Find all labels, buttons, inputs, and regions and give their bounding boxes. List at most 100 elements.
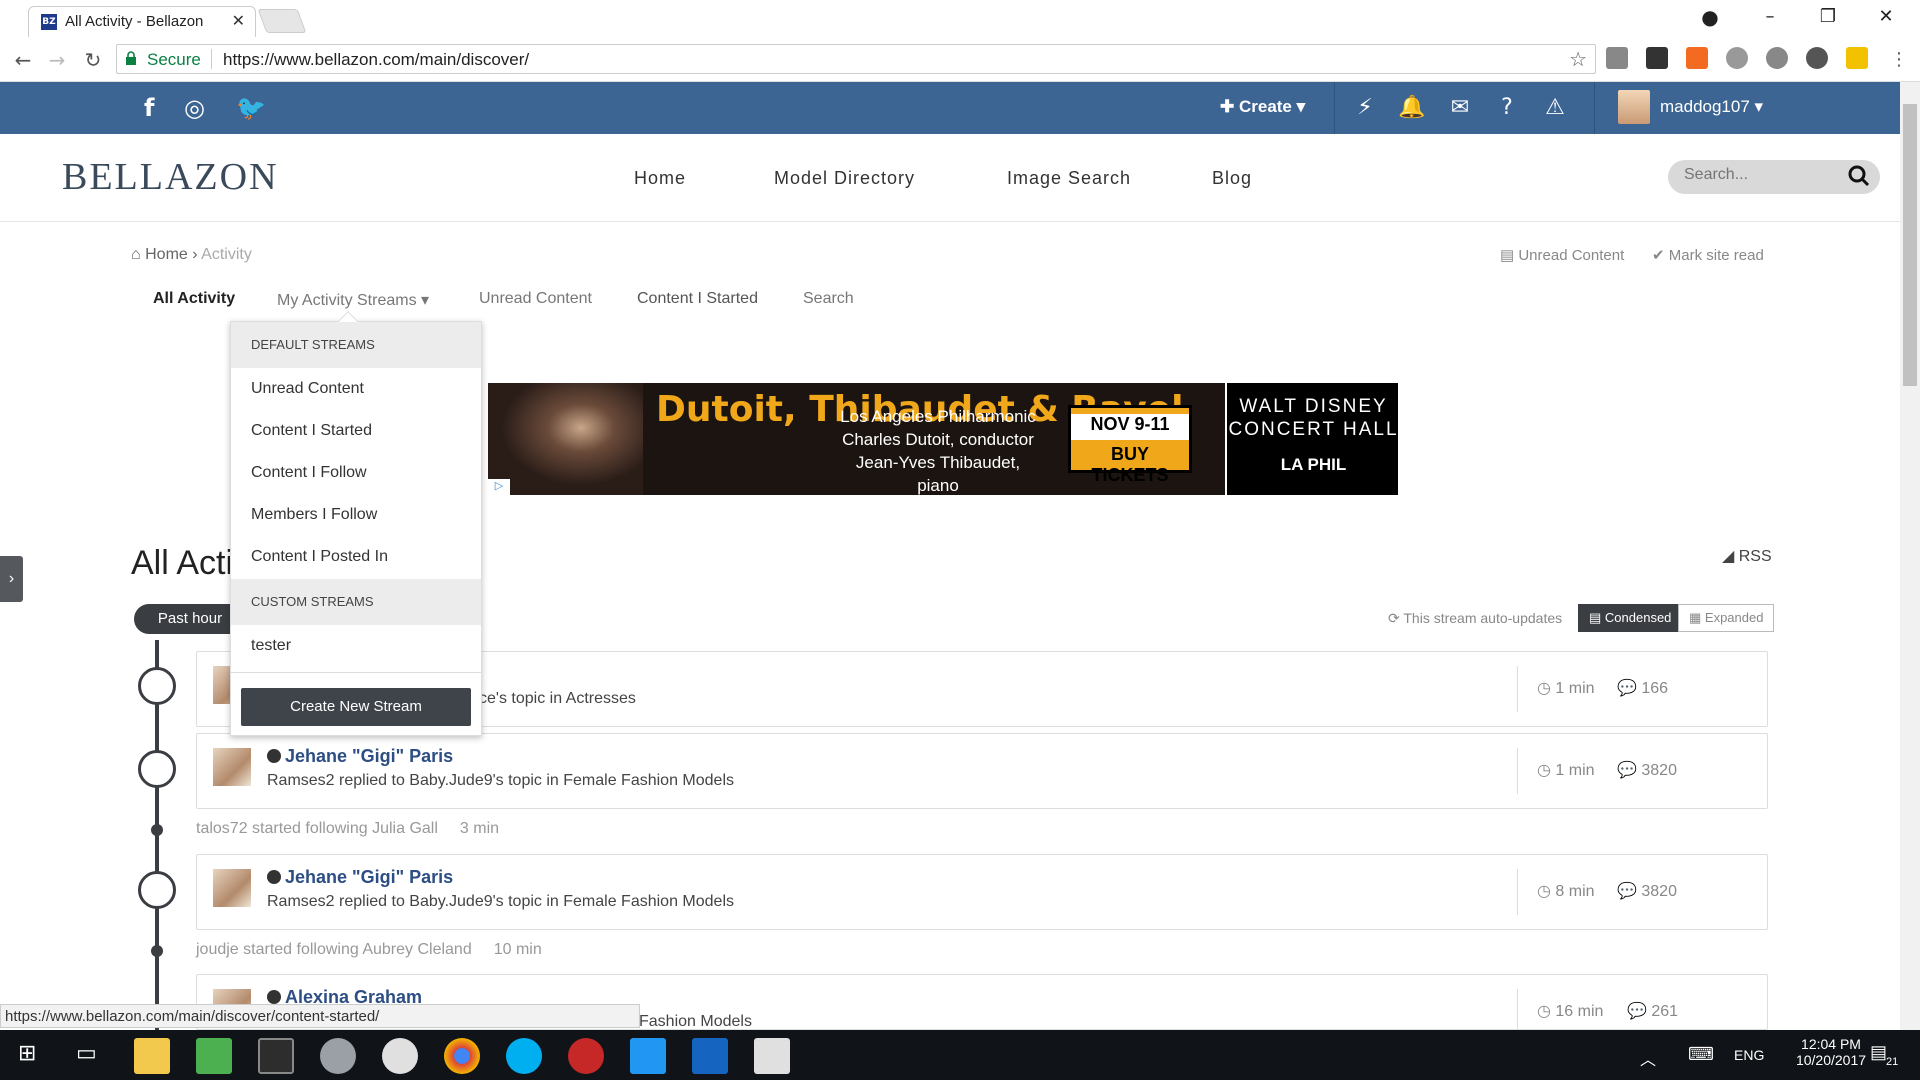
extension-icon[interactable]: [1606, 47, 1628, 69]
dropdown-item-unread-content[interactable]: Unread Content: [251, 380, 364, 398]
keyboard-icon[interactable]: ⌨: [1688, 1044, 1714, 1065]
app-icon[interactable]: [196, 1038, 232, 1074]
user-avatar[interactable]: [1618, 90, 1650, 124]
tab-search[interactable]: Search: [803, 290, 854, 308]
extension-icon[interactable]: [1686, 47, 1708, 69]
create-menu-button[interactable]: ✚ Create ▾: [1220, 97, 1305, 117]
create-new-stream-button[interactable]: Create New Stream: [241, 688, 471, 726]
ad-brand: LA PHIL: [1280, 455, 1347, 474]
avatar[interactable]: [213, 748, 251, 786]
stream-item[interactable]: Jehane "Gigi" Paris Ramses2 replied to B…: [196, 733, 1768, 809]
messages-envelope-icon[interactable]: ✉: [1446, 94, 1474, 122]
tab-content-i-started[interactable]: Content I Started: [637, 290, 758, 308]
notifications-bell-icon[interactable]: 🔔: [1398, 94, 1426, 122]
paint-icon[interactable]: [382, 1038, 418, 1074]
stream-item-desc[interactable]: ce's topic in Actresses: [479, 690, 636, 708]
app-icon[interactable]: [568, 1038, 604, 1074]
nav-home[interactable]: Home: [634, 168, 686, 189]
search-icon[interactable]: [1848, 165, 1870, 187]
help-question-icon[interactable]: ?: [1493, 94, 1521, 122]
extension-icon[interactable]: [1846, 47, 1868, 69]
stream-item-desc[interactable]: Ramses2 replied to Baby.Jude9's topic in…: [267, 893, 734, 911]
stream-item-desc[interactable]: Ramses2 replied to Baby.Jude9's topic in…: [267, 772, 734, 790]
tab-all-activity[interactable]: All Activity: [153, 290, 235, 308]
follow-activity[interactable]: talos72 started following Julia Gall 3 mi…: [196, 820, 499, 838]
twitter-icon[interactable]: 🐦: [236, 94, 266, 122]
dropdown-item-content-i-started[interactable]: Content I Started: [251, 422, 372, 440]
tab-my-activity-streams[interactable]: My Activity Streams ▾: [277, 290, 429, 310]
unread-content-link[interactable]: ▤ Unread Content: [1500, 246, 1624, 264]
tray-chevron-icon[interactable]: ︿: [1640, 1046, 1656, 1070]
adblock-icon[interactable]: [1766, 47, 1788, 69]
facebook-icon[interactable]: f: [144, 94, 154, 122]
stream-item-desc[interactable]: Fashion Models: [639, 1013, 752, 1029]
adchoices-icon[interactable]: ▷: [488, 479, 510, 495]
warning-icon[interactable]: ⚠: [1541, 94, 1569, 122]
terminal-icon[interactable]: [258, 1038, 294, 1074]
breadcrumb-home[interactable]: Home: [145, 246, 188, 263]
nav-model-directory[interactable]: Model Directory: [774, 168, 915, 189]
address-bar[interactable]: Secure https://www.bellazon.com/main/dis…: [116, 44, 1596, 74]
instagram-icon[interactable]: ◎: [184, 94, 205, 122]
user-menu[interactable]: maddog107 ▾: [1660, 97, 1763, 117]
dropdown-item-members-i-follow[interactable]: Members I Follow: [251, 506, 377, 524]
forward-icon[interactable]: →: [42, 45, 72, 75]
url-text[interactable]: https://www.bellazon.com/main/discover/: [223, 50, 529, 70]
back-icon[interactable]: ←: [8, 45, 38, 75]
new-tab-button[interactable]: [257, 9, 307, 33]
close-tab-icon[interactable]: ✕: [232, 11, 245, 31]
action-center-icon[interactable]: ▤: [1870, 1042, 1887, 1063]
rss-link[interactable]: ◢ RSS: [1722, 546, 1772, 566]
clock[interactable]: 12:04 PM 10/20/2017: [1786, 1036, 1876, 1068]
skype-icon[interactable]: [506, 1038, 542, 1074]
avatar[interactable]: [213, 869, 251, 907]
stream-item-title[interactable]: Jehane "Gigi" Paris: [267, 867, 453, 888]
tab-unread-content[interactable]: Unread Content: [479, 290, 592, 308]
chrome-menu-icon[interactable]: ⋮: [1884, 45, 1914, 75]
scrollbar-thumb[interactable]: [1903, 104, 1917, 386]
time-label: 8 min: [1555, 883, 1595, 900]
browser-tab[interactable]: BZ All Activity - Bellazon ✕: [28, 6, 256, 37]
extension-icon[interactable]: [1726, 47, 1748, 69]
minimize-button[interactable]: –: [1742, 0, 1798, 34]
mark-site-read-link[interactable]: ✔ Mark site read: [1652, 246, 1764, 264]
nav-blog[interactable]: Blog: [1212, 168, 1252, 189]
chrome-icon[interactable]: [444, 1038, 480, 1074]
reload-icon[interactable]: ↻: [78, 45, 108, 75]
language-indicator[interactable]: ENG: [1734, 1047, 1764, 1063]
calculator-icon[interactable]: [754, 1038, 790, 1074]
bookmark-star-icon[interactable]: ☆: [1569, 47, 1587, 72]
time-label: 1 min: [1555, 680, 1595, 697]
ad-ticket-box[interactable]: NOV 9-11 BUY TICKETS: [1068, 405, 1192, 485]
dropdown-item-content-i-follow[interactable]: Content I Follow: [251, 464, 367, 482]
follow-activity[interactable]: joudje started following Aubrey Cleland 1…: [196, 941, 542, 959]
comment-bubble-icon: [138, 750, 176, 788]
view-condensed-button[interactable]: ▤ Condensed: [1578, 604, 1683, 632]
stream-item-name: Jehane "Gigi" Paris: [285, 867, 454, 887]
divider: [1517, 666, 1518, 712]
app-icon[interactable]: [320, 1038, 356, 1074]
stream-item[interactable]: Jehane "Gigi" Paris Ramses2 replied to B…: [196, 854, 1768, 930]
view-expanded-button[interactable]: ▦ Expanded: [1678, 604, 1775, 632]
nav-image-search[interactable]: Image Search: [1007, 168, 1131, 189]
extension-icon[interactable]: [1806, 47, 1828, 69]
dropdown-item-tester[interactable]: tester: [251, 637, 291, 655]
sidebar-toggle-icon[interactable]: ›: [0, 556, 23, 602]
dropdown-item-content-i-posted-in[interactable]: Content I Posted In: [251, 548, 388, 566]
site-logo[interactable]: BELLAZON: [62, 155, 279, 199]
task-view-icon[interactable]: ▭: [76, 1040, 97, 1066]
app-icon[interactable]: [630, 1038, 666, 1074]
ad-banner[interactable]: ▷ Dutoit, Thibaudet & Ravel Los Angeles …: [488, 383, 1398, 495]
page-scrollbar[interactable]: [1900, 82, 1920, 1030]
windows-start-icon[interactable]: ⊞: [18, 1040, 36, 1066]
virtualbox-icon[interactable]: [692, 1038, 728, 1074]
restore-button[interactable]: ❐: [1800, 0, 1856, 34]
search-input[interactable]: [1684, 166, 1844, 184]
close-window-button[interactable]: ✕: [1858, 0, 1914, 34]
extension-icon[interactable]: [1646, 47, 1668, 69]
activity-icon[interactable]: ⚡: [1351, 94, 1379, 122]
file-explorer-icon[interactable]: [134, 1038, 170, 1074]
online-status-icon: [267, 749, 281, 763]
stream-item-title[interactable]: Jehane "Gigi" Paris: [267, 746, 453, 767]
profile-icon[interactable]: ●: [1682, 0, 1738, 34]
